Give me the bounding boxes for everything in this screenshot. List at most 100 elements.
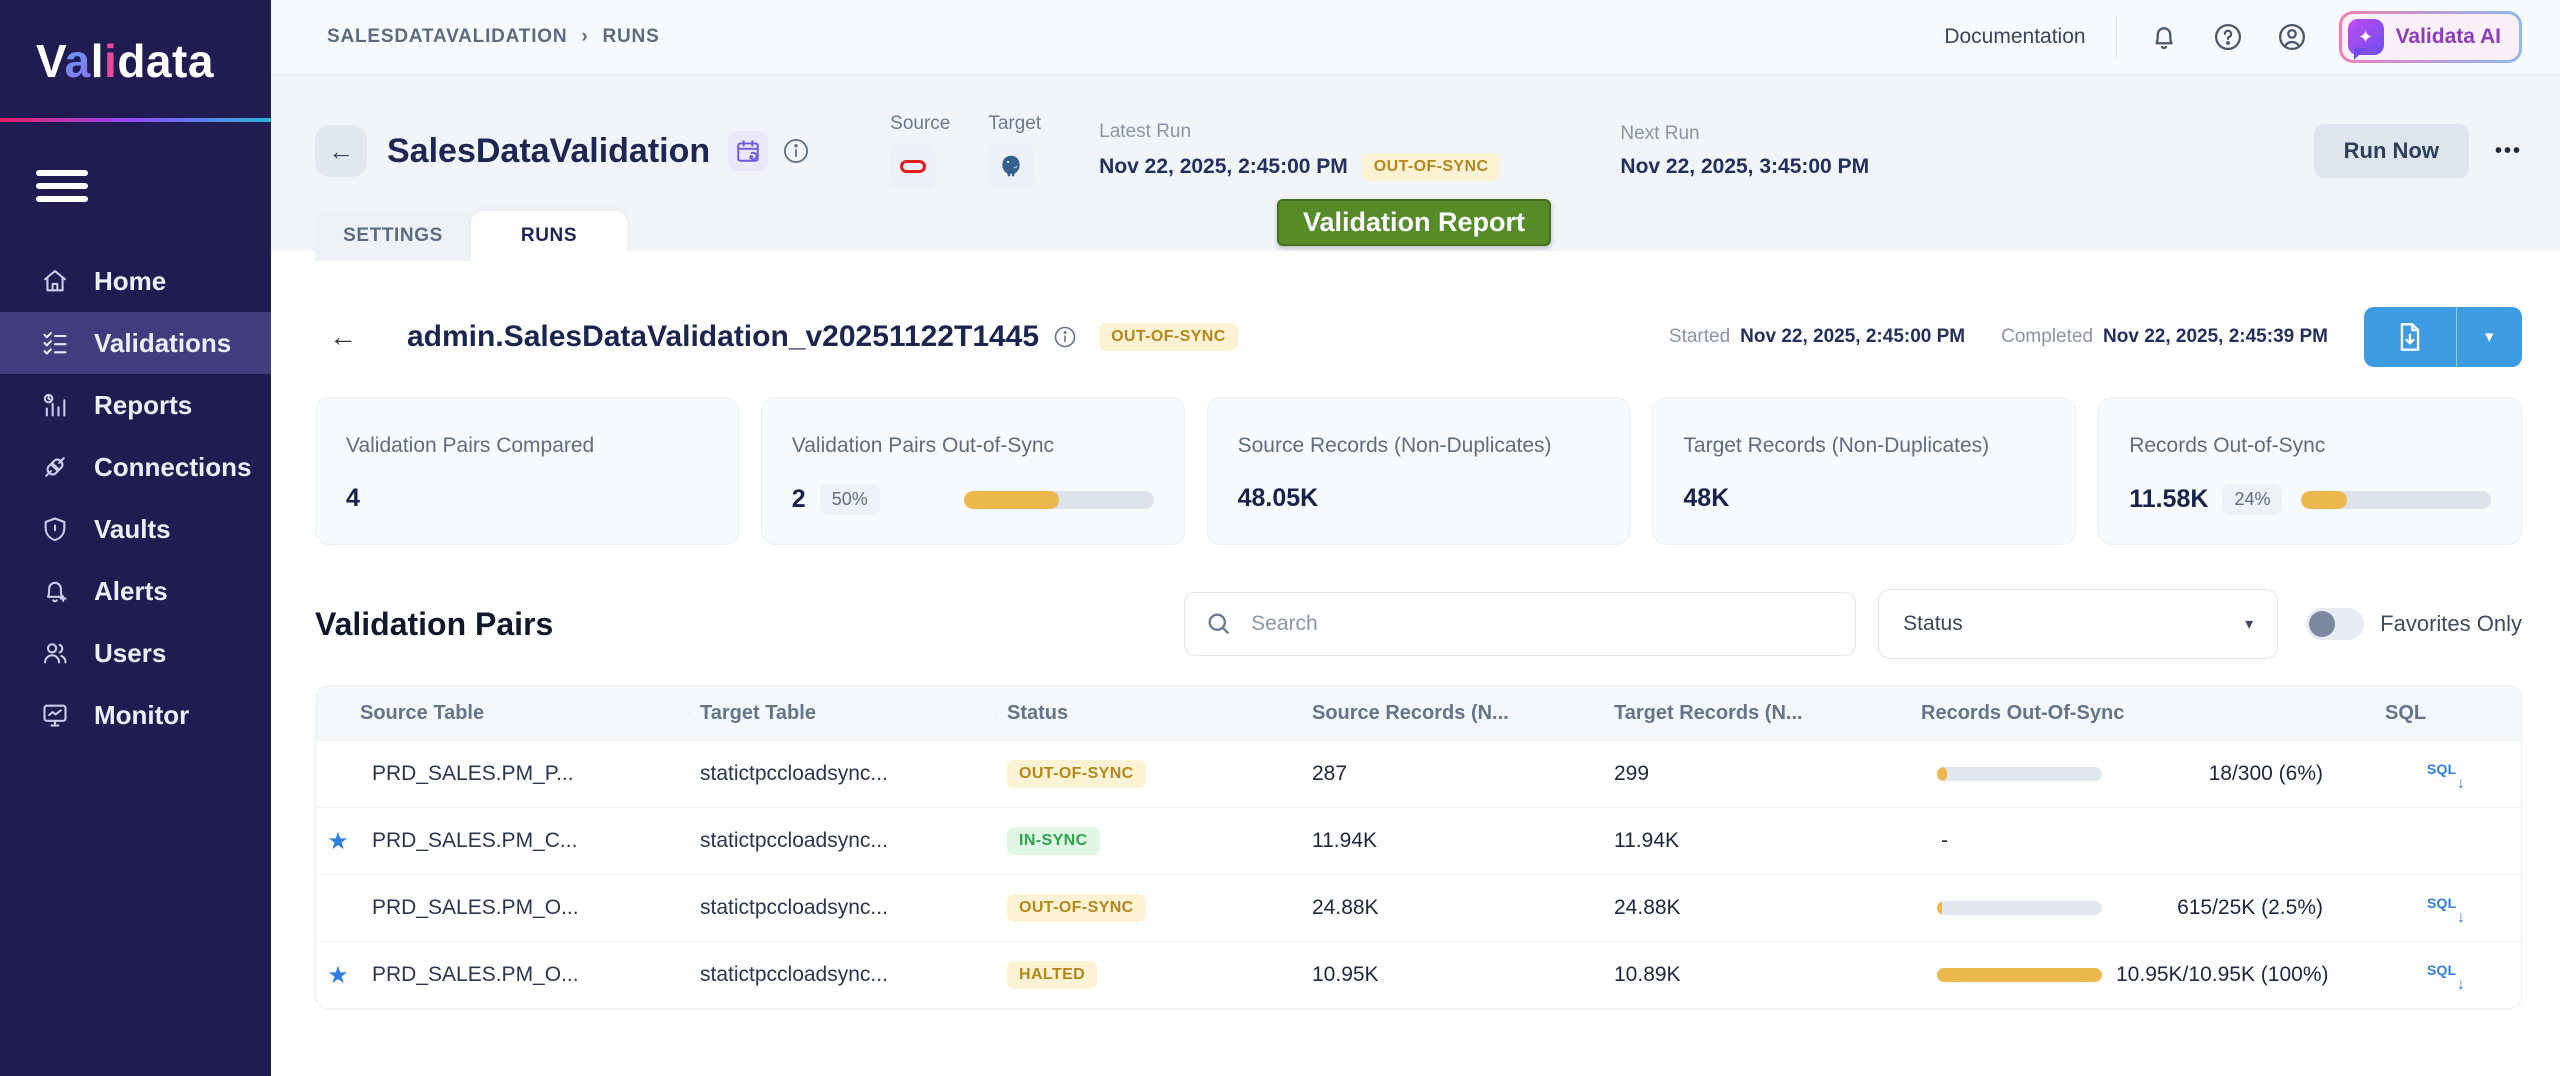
sidebar-item-connections[interactable]: Connections	[0, 436, 271, 498]
column-header-source-table[interactable]: Source Table	[316, 702, 688, 725]
favorites-only-toggle[interactable]	[2306, 608, 2364, 640]
table-row[interactable]: ★ PRD_SALES.PM_O... statictpccloadsync..…	[316, 941, 2521, 1008]
sidebar-item-reports[interactable]: Reports	[0, 374, 271, 436]
stat-label: Validation Pairs Out-of-Sync	[792, 434, 1154, 458]
sidebar: Validata Home Validations Reports	[0, 0, 271, 1076]
more-options-icon[interactable]: •••	[2495, 140, 2522, 163]
file-download-icon[interactable]	[2364, 307, 2457, 367]
status-filter-select[interactable]: Status ▾	[1878, 589, 2278, 659]
topbar-actions: Documentation ✦ Validata AI	[1944, 11, 2522, 63]
validation-pairs-table: Source Table Target Table Status Source …	[315, 685, 2522, 1009]
sidebar-item-home[interactable]: Home	[0, 250, 271, 312]
table-row[interactable]: ★ PRD_SALES.PM_C... statictpccloadsync..…	[316, 807, 2521, 874]
logo-letter: a	[65, 35, 91, 87]
breadcrumb: SALESDATAVALIDATION › RUNS	[327, 26, 660, 48]
stat-progress-bar	[964, 491, 1154, 509]
schedule-calendar-icon[interactable]	[728, 131, 768, 171]
table-row[interactable]: ★ PRD_SALES.PM_O... statictpccloadsync..…	[316, 874, 2521, 941]
content: ← admin.SalesDataValidation_v20251122T14…	[271, 251, 2560, 1076]
stat-value: 11.58K	[2129, 485, 2208, 514]
out-of-sync-value: -	[1937, 829, 2323, 853]
sidebar-item-monitor[interactable]: Monitor	[0, 684, 271, 746]
column-header-status[interactable]: Status	[995, 702, 1300, 725]
documentation-link[interactable]: Documentation	[1944, 25, 2085, 49]
stat-card-source-records: Source Records (Non-Duplicates) 48.05K	[1207, 397, 1631, 545]
sidebar-item-label: Users	[94, 638, 166, 669]
search-icon	[1205, 610, 1233, 638]
table-row[interactable]: ★ PRD_SALES.PM_P... statictpccloadsync..…	[316, 740, 2521, 807]
stat-percent-chip: 50%	[820, 484, 880, 515]
oracle-source-icon[interactable]	[890, 143, 936, 189]
table-header-row: Source Table Target Table Status Source …	[316, 686, 2521, 740]
page-title: SalesDataValidation	[387, 132, 710, 171]
target-records-cell: 24.88K	[1602, 896, 1909, 920]
sql-download-icon[interactable]: SQL↓	[2427, 958, 2467, 992]
column-header-records-out-of-sync[interactable]: Records Out-Of-Sync	[1909, 702, 2373, 725]
source-table-cell: PRD_SALES.PM_P...	[360, 762, 688, 786]
search-input[interactable]	[1251, 612, 1835, 636]
logo-letter: data	[117, 35, 214, 87]
status-badge: OUT-OF-SYNC	[1007, 894, 1146, 922]
search-box[interactable]	[1184, 592, 1856, 656]
section-title: Validation Pairs	[315, 606, 553, 643]
logo-letter: i	[104, 35, 117, 87]
people-icon	[38, 636, 72, 670]
stat-card-pairs-compared: Validation Pairs Compared 4	[315, 397, 739, 545]
validata-ai-button[interactable]: ✦ Validata AI	[2339, 11, 2522, 63]
target-table-cell: statictpccloadsync...	[688, 829, 995, 853]
tab-settings[interactable]: SETTINGS	[315, 211, 471, 261]
stat-label: Target Records (Non-Duplicates)	[1683, 434, 2045, 458]
help-icon[interactable]	[2211, 20, 2245, 54]
favorite-star-icon[interactable]: ★	[316, 961, 360, 990]
latest-run-label: Latest Run	[1099, 121, 1500, 143]
run-back-arrow-icon[interactable]: ←	[329, 321, 357, 353]
breadcrumb-parent[interactable]: SALESDATAVALIDATION	[327, 26, 567, 48]
stat-label: Validation Pairs Compared	[346, 434, 708, 458]
next-run-label: Next Run	[1620, 123, 1869, 145]
stat-value: 48.05K	[1238, 484, 1319, 513]
run-started: Started Nov 22, 2025, 2:45:00 PM	[1669, 326, 1965, 348]
favorite-star-icon[interactable]: ★	[316, 827, 360, 856]
stat-progress-bar	[2301, 491, 2491, 509]
sidebar-item-validations[interactable]: Validations	[0, 312, 271, 374]
run-now-button[interactable]: Run Now	[2314, 124, 2469, 178]
run-status-badge: OUT-OF-SYNC	[1099, 323, 1238, 351]
sql-download-icon[interactable]: SQL↓	[2427, 757, 2467, 791]
source-records-cell: 10.95K	[1300, 963, 1602, 987]
stat-value: 48K	[1683, 484, 1729, 513]
sidebar-item-label: Monitor	[94, 700, 189, 731]
next-run-value: Nov 22, 2025, 3:45:00 PM	[1620, 155, 1869, 179]
source-table-cell: PRD_SALES.PM_O...	[360, 963, 688, 987]
back-button[interactable]: ←	[315, 125, 367, 177]
download-report-split-button[interactable]: ▾	[2364, 307, 2522, 367]
account-icon[interactable]	[2275, 20, 2309, 54]
info-icon[interactable]	[782, 137, 810, 165]
download-options-caret-icon[interactable]: ▾	[2457, 307, 2522, 367]
validata-logo: Validata	[0, 0, 271, 118]
run-info-icon[interactable]	[1053, 325, 1077, 349]
logo-letter: V	[36, 35, 65, 87]
sidebar-item-users[interactable]: Users	[0, 622, 271, 684]
column-header-target-records[interactable]: Target Records (N...	[1602, 702, 1909, 725]
sidebar-item-label: Validations	[94, 328, 231, 359]
latest-run-block: Latest Run Nov 22, 2025, 2:45:00 PM OUT-…	[1099, 121, 1500, 181]
sidebar-item-alerts[interactable]: Alerts	[0, 560, 271, 622]
sidebar-nav: Home Validations Reports Connections	[0, 250, 271, 746]
hamburger-menu-icon[interactable]	[36, 170, 88, 202]
sidebar-item-vaults[interactable]: Vaults	[0, 498, 271, 560]
notifications-bell-icon[interactable]	[2147, 20, 2181, 54]
completed-label: Completed	[2001, 326, 2093, 348]
tab-runs[interactable]: RUNS	[471, 211, 627, 261]
column-header-sql[interactable]: SQL	[2373, 702, 2521, 725]
stat-value: 4	[346, 484, 360, 513]
sidebar-item-label: Connections	[94, 452, 251, 483]
run-header: ← admin.SalesDataValidation_v20251122T14…	[315, 307, 2522, 367]
source-records-cell: 287	[1300, 762, 1602, 786]
favorites-only-label: Favorites Only	[2380, 611, 2522, 637]
column-header-target-table[interactable]: Target Table	[688, 702, 995, 725]
ai-button-label: Validata AI	[2396, 25, 2501, 49]
sql-download-icon[interactable]: SQL↓	[2427, 891, 2467, 925]
postgres-target-icon[interactable]	[988, 143, 1034, 189]
column-header-source-records[interactable]: Source Records (N...	[1300, 702, 1602, 725]
vertical-divider	[2116, 16, 2117, 58]
